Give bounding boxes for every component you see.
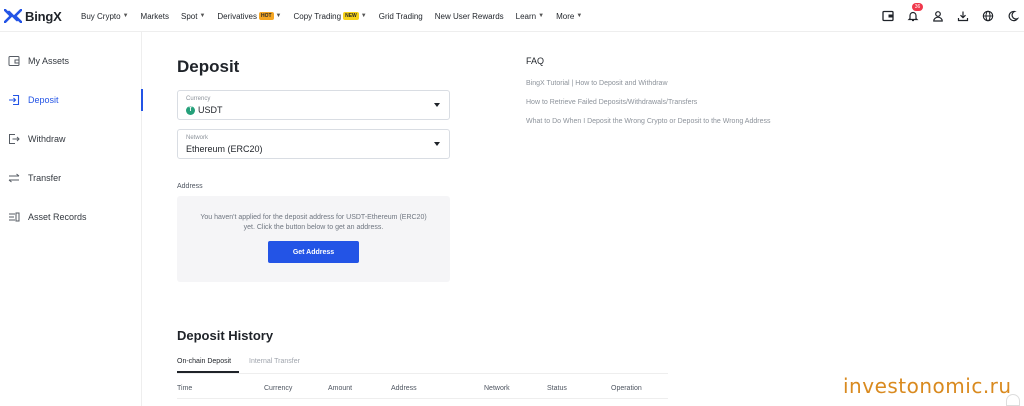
user-icon[interactable] bbox=[931, 9, 945, 23]
nav-markets[interactable]: Markets bbox=[141, 12, 169, 21]
caret-down-icon: ▼ bbox=[199, 13, 206, 19]
download-icon[interactable] bbox=[956, 9, 970, 23]
tab-on-chain-deposit[interactable]: On-chain Deposit bbox=[177, 358, 231, 365]
faq-title: FAQ bbox=[526, 56, 545, 66]
records-icon bbox=[8, 211, 20, 223]
scroll-to-top-button[interactable] bbox=[1006, 394, 1020, 406]
network-field-label: Network bbox=[186, 135, 209, 141]
transfer-icon bbox=[8, 172, 20, 184]
wallet-icon[interactable] bbox=[881, 9, 895, 23]
nav-learn[interactable]: Learn ▼ bbox=[516, 12, 544, 21]
globe-icon[interactable] bbox=[981, 9, 995, 23]
hot-badge: HOT bbox=[258, 12, 274, 20]
bingx-logo[interactable]: BingX bbox=[4, 8, 62, 24]
nav-grid-trading[interactable]: Grid Trading bbox=[379, 12, 423, 21]
faq-link[interactable]: How to Retrieve Failed Deposits/Withdraw… bbox=[526, 99, 697, 106]
address-panel: You haven't applied for the deposit addr… bbox=[177, 196, 450, 282]
address-message: You haven't applied for the deposit addr… bbox=[200, 214, 427, 231]
nav-derivatives-label: Derivatives bbox=[217, 11, 257, 21]
deposit-history-title: Deposit History bbox=[177, 328, 274, 343]
sidebar-item-label: Transfer bbox=[28, 173, 62, 183]
caret-down-icon bbox=[434, 142, 440, 146]
nav-buy-crypto-label: Buy Crypto bbox=[81, 11, 121, 21]
network-value: Ethereum (ERC20) bbox=[186, 144, 263, 154]
currency-select[interactable]: Currency T USDT bbox=[177, 90, 450, 120]
nav-more-label: More bbox=[556, 11, 575, 21]
currency-field-label: Currency bbox=[186, 96, 211, 102]
address-label: Address bbox=[177, 183, 203, 190]
header-actions: 36 bbox=[870, 0, 1020, 32]
withdraw-icon bbox=[8, 133, 20, 145]
table-header-divider bbox=[177, 398, 668, 399]
caret-down-icon: ▼ bbox=[360, 13, 367, 19]
column-header-address: Address bbox=[391, 385, 417, 392]
currency-value-text: USDT bbox=[198, 105, 223, 115]
get-address-button[interactable]: Get Address bbox=[268, 241, 359, 263]
column-header-operation: Operation bbox=[611, 385, 642, 392]
notification-badge: 36 bbox=[912, 3, 923, 11]
new-badge: NEW bbox=[343, 12, 359, 20]
sidebar-item-my-assets[interactable]: My Assets bbox=[0, 50, 142, 72]
nav-more[interactable]: More ▼ bbox=[556, 12, 582, 21]
caret-down-icon: ▼ bbox=[122, 13, 129, 19]
usdt-coin-icon: T bbox=[186, 105, 195, 115]
caret-down-icon: ▼ bbox=[275, 13, 282, 19]
nav-new-user-rewards[interactable]: New User Rewards bbox=[435, 12, 504, 21]
currency-value: T USDT bbox=[186, 105, 223, 115]
column-header-currency: Currency bbox=[264, 385, 293, 392]
column-header-network: Network bbox=[484, 385, 510, 392]
top-navigation: BingX Buy Crypto ▼ Markets Spot ▼ Derivati… bbox=[0, 0, 1024, 32]
watermark: investonomic.ru bbox=[843, 374, 1012, 398]
main-menu: Buy Crypto ▼ Markets Spot ▼ Derivatives HOT… bbox=[81, 0, 594, 32]
sidebar-item-asset-records[interactable]: Asset Records bbox=[0, 206, 142, 228]
caret-down-icon bbox=[434, 103, 440, 107]
caret-down-icon: ▼ bbox=[576, 13, 583, 19]
sidebar-item-transfer[interactable]: Transfer bbox=[0, 167, 142, 189]
sidebar-item-label: My Assets bbox=[28, 56, 70, 66]
sidebar-item-deposit[interactable]: Deposit bbox=[0, 89, 143, 111]
faq-link[interactable]: BingX Tutorial | How to Deposit and With… bbox=[526, 80, 668, 87]
column-header-amount: Amount bbox=[328, 385, 353, 392]
tab-internal-transfer[interactable]: Internal Transfer bbox=[249, 358, 300, 365]
nav-copy-trading[interactable]: Copy Trading NEW ▼ bbox=[294, 12, 367, 21]
bell-icon[interactable]: 36 bbox=[906, 3, 923, 23]
deposit-icon bbox=[8, 94, 20, 106]
column-header-status: Status bbox=[547, 385, 567, 392]
nav-new-user-rewards-label: New User Rewards bbox=[434, 11, 504, 21]
sidebar-item-withdraw[interactable]: Withdraw bbox=[0, 128, 142, 150]
nav-markets-label: Markets bbox=[140, 11, 169, 21]
page-title: Deposit bbox=[177, 57, 240, 76]
nav-derivatives[interactable]: Derivatives HOT ▼ bbox=[217, 12, 281, 21]
nav-spot-label: Spot bbox=[180, 11, 198, 21]
nav-spot[interactable]: Spot ▼ bbox=[181, 12, 205, 21]
bingx-logo-icon bbox=[4, 9, 22, 23]
brand-name: BingX bbox=[25, 8, 62, 24]
nav-buy-crypto[interactable]: Buy Crypto ▼ bbox=[81, 12, 129, 21]
wallet-icon bbox=[8, 55, 20, 67]
tabs-divider bbox=[177, 373, 668, 374]
sidebar: My Assets Deposit Withdraw Transfer Asse… bbox=[0, 32, 143, 406]
sidebar-item-label: Deposit bbox=[28, 95, 59, 105]
nav-copy-trading-label: Copy Trading bbox=[293, 11, 342, 21]
nav-learn-label: Learn bbox=[515, 11, 537, 21]
faq-link[interactable]: What to Do When I Deposit the Wrong Cryp… bbox=[526, 118, 770, 125]
caret-down-icon: ▼ bbox=[538, 13, 545, 19]
nav-grid-trading-label: Grid Trading bbox=[378, 11, 423, 21]
moon-icon[interactable] bbox=[1006, 9, 1020, 23]
sidebar-item-label: Withdraw bbox=[28, 134, 66, 144]
network-select[interactable]: Network Ethereum (ERC20) bbox=[177, 129, 450, 159]
column-header-time: Time bbox=[177, 385, 193, 392]
sidebar-item-label: Asset Records bbox=[28, 212, 87, 222]
